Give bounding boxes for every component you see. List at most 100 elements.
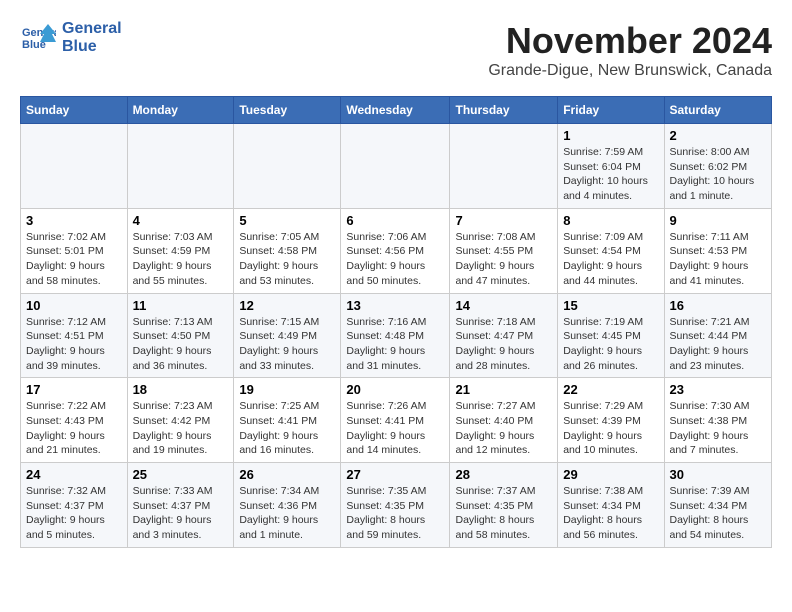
day-info: Sunrise: 7:16 AM Sunset: 4:48 PM Dayligh…: [346, 315, 444, 374]
subtitle: Grande-Digue, New Brunswick, Canada: [488, 62, 772, 80]
weekday-header: Sunday: [21, 97, 128, 124]
calendar-week-row: 24 Sunrise: 7:32 AM Sunset: 4:37 PM Dayli…: [21, 463, 772, 548]
day-info: Sunrise: 7:02 AM Sunset: 5:01 PM Dayligh…: [26, 230, 122, 289]
day-info: Sunrise: 7:22 AM Sunset: 4:43 PM Dayligh…: [26, 399, 122, 458]
day-info: Sunrise: 7:39 AM Sunset: 4:34 PM Dayligh…: [670, 484, 767, 543]
day-info: Sunrise: 7:12 AM Sunset: 4:51 PM Dayligh…: [26, 315, 122, 374]
weekday-header: Tuesday: [234, 97, 341, 124]
day-number: 21: [455, 382, 552, 397]
day-number: 11: [133, 298, 229, 313]
calendar-cell: 22 Sunrise: 7:29 AM Sunset: 4:39 PM Dayli…: [558, 378, 664, 463]
day-info: Sunrise: 7:15 AM Sunset: 4:49 PM Dayligh…: [239, 315, 335, 374]
day-info: Sunrise: 7:33 AM Sunset: 4:37 PM Dayligh…: [133, 484, 229, 543]
day-info: Sunrise: 7:26 AM Sunset: 4:41 PM Dayligh…: [346, 399, 444, 458]
calendar-cell: 13 Sunrise: 7:16 AM Sunset: 4:48 PM Dayli…: [341, 293, 450, 378]
day-number: 2: [670, 128, 767, 143]
calendar-cell: [127, 124, 234, 209]
day-number: 3: [26, 213, 122, 228]
day-info: Sunrise: 7:13 AM Sunset: 4:50 PM Dayligh…: [133, 315, 229, 374]
calendar-cell: [450, 124, 558, 209]
day-number: 15: [563, 298, 658, 313]
day-info: Sunrise: 7:59 AM Sunset: 6:04 PM Dayligh…: [563, 145, 658, 204]
main-title: November 2024: [488, 20, 772, 62]
day-number: 29: [563, 467, 658, 482]
day-info: Sunrise: 8:00 AM Sunset: 6:02 PM Dayligh…: [670, 145, 767, 204]
calendar-cell: 9 Sunrise: 7:11 AM Sunset: 4:53 PM Daylig…: [664, 208, 772, 293]
day-number: 22: [563, 382, 658, 397]
calendar-cell: 5 Sunrise: 7:05 AM Sunset: 4:58 PM Daylig…: [234, 208, 341, 293]
day-number: 17: [26, 382, 122, 397]
calendar-week-row: 3 Sunrise: 7:02 AM Sunset: 5:01 PM Daylig…: [21, 208, 772, 293]
day-number: 23: [670, 382, 767, 397]
day-info: Sunrise: 7:25 AM Sunset: 4:41 PM Dayligh…: [239, 399, 335, 458]
day-number: 9: [670, 213, 767, 228]
calendar-cell: 1 Sunrise: 7:59 AM Sunset: 6:04 PM Daylig…: [558, 124, 664, 209]
title-section: November 2024 Grande-Digue, New Brunswic…: [488, 20, 772, 80]
calendar-cell: 19 Sunrise: 7:25 AM Sunset: 4:41 PM Dayli…: [234, 378, 341, 463]
calendar-cell: 7Sunrise: 7:08 AM Sunset: 4:55 PM Daylig…: [450, 208, 558, 293]
calendar-cell: 28Sunrise: 7:37 AM Sunset: 4:35 PM Dayli…: [450, 463, 558, 548]
weekday-header: Monday: [127, 97, 234, 124]
calendar-cell: 23 Sunrise: 7:30 AM Sunset: 4:38 PM Dayli…: [664, 378, 772, 463]
day-number: 16: [670, 298, 767, 313]
calendar-cell: 30 Sunrise: 7:39 AM Sunset: 4:34 PM Dayli…: [664, 463, 772, 548]
calendar-cell: 4 Sunrise: 7:03 AM Sunset: 4:59 PM Daylig…: [127, 208, 234, 293]
calendar-cell: 10 Sunrise: 7:12 AM Sunset: 4:51 PM Dayli…: [21, 293, 128, 378]
day-number: 10: [26, 298, 122, 313]
calendar-cell: 12Sunrise: 7:15 AM Sunset: 4:49 PM Dayli…: [234, 293, 341, 378]
day-number: 24: [26, 467, 122, 482]
calendar-cell: 11 Sunrise: 7:13 AM Sunset: 4:50 PM Dayli…: [127, 293, 234, 378]
day-info: Sunrise: 7:34 AM Sunset: 4:36 PM Dayligh…: [239, 484, 335, 543]
calendar-cell: 26Sunrise: 7:34 AM Sunset: 4:36 PM Dayli…: [234, 463, 341, 548]
calendar-cell: [234, 124, 341, 209]
day-info: Sunrise: 7:09 AM Sunset: 4:54 PM Dayligh…: [563, 230, 658, 289]
weekday-header: Thursday: [450, 97, 558, 124]
day-info: Sunrise: 7:21 AM Sunset: 4:44 PM Dayligh…: [670, 315, 767, 374]
calendar-cell: 15 Sunrise: 7:19 AM Sunset: 4:45 PM Dayli…: [558, 293, 664, 378]
day-info: Sunrise: 7:11 AM Sunset: 4:53 PM Dayligh…: [670, 230, 767, 289]
day-info: Sunrise: 7:08 AM Sunset: 4:55 PM Dayligh…: [455, 230, 552, 289]
calendar-cell: 24 Sunrise: 7:32 AM Sunset: 4:37 PM Dayli…: [21, 463, 128, 548]
day-info: Sunrise: 7:19 AM Sunset: 4:45 PM Dayligh…: [563, 315, 658, 374]
logo-line1: General: [62, 20, 122, 38]
calendar-cell: 25 Sunrise: 7:33 AM Sunset: 4:37 PM Dayli…: [127, 463, 234, 548]
calendar-table: SundayMondayTuesdayWednesdayThursdayFrid…: [20, 96, 772, 548]
day-number: 19: [239, 382, 335, 397]
day-number: 27: [346, 467, 444, 482]
logo-line2: Blue: [62, 38, 122, 56]
day-info: Sunrise: 7:32 AM Sunset: 4:37 PM Dayligh…: [26, 484, 122, 543]
calendar-cell: [21, 124, 128, 209]
calendar-cell: 17 Sunrise: 7:22 AM Sunset: 4:43 PM Dayli…: [21, 378, 128, 463]
calendar-cell: 2 Sunrise: 8:00 AM Sunset: 6:02 PM Daylig…: [664, 124, 772, 209]
day-number: 5: [239, 213, 335, 228]
day-number: 1: [563, 128, 658, 143]
calendar-cell: 29 Sunrise: 7:38 AM Sunset: 4:34 PM Dayli…: [558, 463, 664, 548]
calendar-cell: 21 Sunrise: 7:27 AM Sunset: 4:40 PM Dayli…: [450, 378, 558, 463]
day-info: Sunrise: 7:35 AM Sunset: 4:35 PM Dayligh…: [346, 484, 444, 543]
day-number: 14: [455, 298, 552, 313]
calendar-header-row: SundayMondayTuesdayWednesdayThursdayFrid…: [21, 97, 772, 124]
day-info: Sunrise: 7:05 AM Sunset: 4:58 PM Dayligh…: [239, 230, 335, 289]
day-info: Sunrise: 7:18 AM Sunset: 4:47 PM Dayligh…: [455, 315, 552, 374]
day-number: 6: [346, 213, 444, 228]
day-number: 18: [133, 382, 229, 397]
day-number: 8: [563, 213, 658, 228]
day-number: 25: [133, 467, 229, 482]
day-info: Sunrise: 7:23 AM Sunset: 4:42 PM Dayligh…: [133, 399, 229, 458]
day-info: Sunrise: 7:03 AM Sunset: 4:59 PM Dayligh…: [133, 230, 229, 289]
weekday-header: Friday: [558, 97, 664, 124]
logo: General Blue General Blue: [20, 20, 122, 56]
day-info: Sunrise: 7:38 AM Sunset: 4:34 PM Dayligh…: [563, 484, 658, 543]
calendar-cell: 8 Sunrise: 7:09 AM Sunset: 4:54 PM Daylig…: [558, 208, 664, 293]
day-info: Sunrise: 7:30 AM Sunset: 4:38 PM Dayligh…: [670, 399, 767, 458]
day-number: 13: [346, 298, 444, 313]
day-number: 4: [133, 213, 229, 228]
day-number: 30: [670, 467, 767, 482]
day-info: Sunrise: 7:27 AM Sunset: 4:40 PM Dayligh…: [455, 399, 552, 458]
day-info: Sunrise: 7:29 AM Sunset: 4:39 PM Dayligh…: [563, 399, 658, 458]
day-number: 20: [346, 382, 444, 397]
calendar-cell: 16 Sunrise: 7:21 AM Sunset: 4:44 PM Dayli…: [664, 293, 772, 378]
calendar-cell: 6 Sunrise: 7:06 AM Sunset: 4:56 PM Daylig…: [341, 208, 450, 293]
weekday-header: Wednesday: [341, 97, 450, 124]
day-info: Sunrise: 7:06 AM Sunset: 4:56 PM Dayligh…: [346, 230, 444, 289]
